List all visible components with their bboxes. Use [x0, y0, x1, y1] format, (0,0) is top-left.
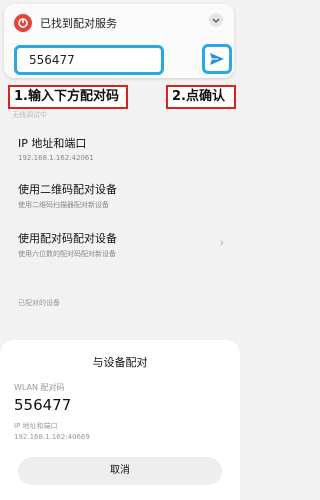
notification-card: 已找到配对服务 556477: [4, 4, 234, 78]
send-button[interactable]: [202, 44, 232, 74]
setting-ip-port: IP 地址和端口 192.168.1.162:42061: [18, 135, 94, 162]
setting-code-pair-subtitle: 使用六位数的配对码配对新设备: [18, 250, 116, 258]
wlan-code-label: WLAN 配对码: [14, 383, 65, 392]
app-icon: [14, 14, 32, 32]
setting-ip-port-value: 192.168.1.162:42061: [18, 154, 94, 162]
wlan-code-value: 556477: [14, 396, 72, 414]
setting-qr-pair-title: 使用二维码配对设备: [18, 183, 117, 196]
dialog-title: 与设备配对: [92, 356, 148, 369]
setting-qr-pair[interactable]: 使用二维码配对设备 使用二维码扫描器配对新设备: [18, 181, 117, 210]
pairing-code-input[interactable]: 556477: [14, 45, 164, 75]
cancel-button[interactable]: 取消: [18, 457, 222, 485]
setting-ip-port-title: IP 地址和端口: [18, 137, 87, 150]
pairing-dialog: 与设备配对 WLAN 配对码 556477 IP 地址和端口 192.168.1…: [0, 340, 240, 500]
setting-code-pair[interactable]: 使用配对码配对设备 使用六位数的配对码配对新设备: [18, 230, 117, 259]
dialog-ip-value: 192.168.1.162:40669: [14, 433, 90, 441]
annotation-step1: 1.输入下方配对码: [8, 85, 128, 109]
chevron-right-icon: ›: [219, 236, 224, 249]
paired-devices-section: 已配对的设备: [18, 299, 60, 307]
send-arrow-icon: [210, 53, 224, 65]
setting-code-pair-title: 使用配对码配对设备: [18, 232, 117, 245]
annotation-step2: 2.点确认: [166, 85, 236, 109]
chevron-down-icon[interactable]: [208, 12, 224, 32]
partial-setting-label: 无线调试中: [12, 111, 47, 119]
dialog-ip-label: IP 地址和端口: [14, 422, 58, 430]
notification-title: 已找到配对服务: [40, 17, 117, 30]
setting-qr-pair-subtitle: 使用二维码扫描器配对新设备: [18, 201, 109, 209]
